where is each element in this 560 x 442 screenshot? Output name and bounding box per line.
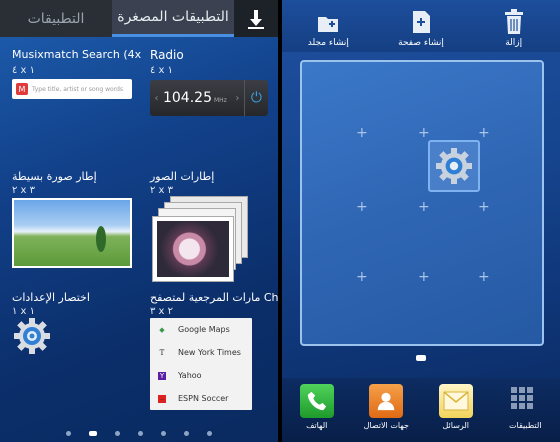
grid-cell-marker: + — [356, 199, 368, 215]
grid-cell-marker: + — [418, 199, 430, 215]
settings-gear-icon — [436, 148, 472, 184]
dock-apps-label: التطبيقات — [509, 421, 542, 430]
trash-icon — [504, 9, 523, 34]
remove-label: إزالة — [505, 38, 523, 48]
widget-radio-size: ٤ x ١ — [150, 65, 174, 76]
page-indicator — [416, 355, 426, 361]
musixmatch-placeholder: Type title, artist or song words — [32, 85, 124, 93]
yahoo-icon: Y — [158, 371, 166, 380]
tab-bar: التطبيقات التطبيقات المصغرة — [0, 0, 278, 37]
power-icon: ⏻ — [243, 80, 268, 116]
maps-icon: ◆ — [159, 325, 165, 334]
create-page-button[interactable]: إنشاء صفحة — [375, 0, 468, 52]
grid-cell-marker: + — [478, 269, 490, 285]
add-folder-icon — [318, 17, 339, 32]
home-edit-screen: إنشاء مجلد إنشاء صفحة إزالة + + + + + + … — [282, 0, 560, 442]
radio-unit: MHz — [213, 96, 227, 104]
dock: الهاتف جهات الاتصال الرسائل التطبيقات — [282, 378, 560, 442]
radio-frequency: 104.25 — [162, 90, 212, 106]
dock-phone[interactable]: الهاتف — [282, 378, 352, 442]
settings-gear-icon[interactable] — [12, 316, 52, 356]
espn-icon: – — [158, 394, 166, 403]
tab-widgets[interactable]: التطبيقات المصغرة — [112, 0, 234, 37]
phone-icon — [299, 384, 334, 418]
messages-icon — [438, 384, 473, 418]
grid-cell-marker: + — [478, 199, 490, 215]
grid-cell-marker: + — [418, 269, 430, 285]
bookmark-item: ◆ Google Maps — [159, 325, 230, 334]
grid-cell-marker: + — [356, 125, 368, 141]
page-indicator — [0, 431, 278, 436]
page-dot — [138, 431, 143, 436]
page-dot — [184, 431, 189, 436]
widget-settings-shortcut-name: اختصار الإعدادات — [12, 291, 90, 304]
download-icon[interactable] — [234, 0, 278, 37]
create-page-label: إنشاء صفحة — [398, 38, 444, 48]
edit-toolbar: إنشاء مجلد إنشاء صفحة إزالة — [282, 0, 560, 52]
page-dot — [161, 431, 166, 436]
dock-contacts-label: جهات الاتصال — [363, 421, 409, 430]
page-dot-active — [89, 431, 97, 436]
page-dot — [66, 431, 71, 436]
widget-chrome-bookmarks-size: ٣ x ٢ — [150, 306, 174, 317]
dock-phone-label: الهاتف — [306, 421, 328, 430]
prev-station-icon: ‹ — [154, 92, 159, 104]
dock-apps[interactable]: التطبيقات — [491, 378, 560, 442]
widget-photo-frame-size: ٢ x ٣ — [12, 185, 36, 196]
next-station-icon: › — [235, 92, 240, 104]
home-page-preview[interactable]: + + + + + + + + + — [300, 60, 544, 346]
grid-cell-marker: + — [418, 125, 430, 141]
bookmark-item: – ESPN Soccer — [150, 387, 252, 410]
contacts-icon — [369, 384, 404, 418]
page-dot — [115, 431, 120, 436]
page-dot — [207, 431, 212, 436]
widget-photo-frame-preview[interactable] — [12, 198, 132, 268]
widget-musixmatch-preview[interactable]: M Type title, artist or song words — [12, 79, 132, 99]
widget-chrome-bookmarks-name: مارات المرجعية لمتصفح Chrome — [150, 291, 278, 304]
widget-photo-frame-name: إطار صورة بسيطة — [12, 170, 97, 183]
dock-messages[interactable]: الرسائل — [421, 378, 491, 442]
bookmark-item: T New York Times — [159, 348, 241, 357]
create-folder-label: إنشاء مجلد — [307, 38, 349, 48]
nyt-icon: T — [159, 348, 165, 357]
remove-button[interactable]: إزالة — [467, 0, 560, 52]
widget-musixmatch-name: Musixmatch Search (4x — [12, 48, 142, 61]
grid-cell-marker: + — [356, 269, 368, 285]
grid-cell-marker: + — [478, 125, 490, 141]
apps-grid-icon — [508, 384, 542, 418]
bookmark-item: Y Yahoo — [158, 371, 202, 380]
musixmatch-logo-icon: M — [16, 83, 28, 95]
widget-musixmatch-size: ٤ x ١ — [12, 65, 36, 76]
widget-picture-frames-name: إطارات الصور — [150, 170, 215, 183]
dock-contacts[interactable]: جهات الاتصال — [352, 378, 422, 442]
dragged-settings-widget[interactable] — [428, 140, 480, 192]
widget-radio-name: Radio — [150, 48, 184, 62]
tab-apps[interactable]: التطبيقات — [0, 0, 112, 37]
widget-radio-preview[interactable]: ‹ 104.25 MHz › ⏻ — [150, 80, 268, 116]
dock-messages-label: الرسائل — [442, 421, 470, 430]
widget-chrome-bookmarks-preview[interactable]: ◆ Google Maps T New York Times Y Yahoo – ESP… — [150, 318, 252, 410]
widget-picture-frames-preview[interactable] — [152, 196, 252, 286]
widgets-screen: التطبيقات التطبيقات المصغرة Musixmatch S… — [0, 0, 278, 442]
add-page-icon — [413, 11, 430, 33]
create-folder-button[interactable]: إنشاء مجلد — [282, 0, 375, 52]
widget-picture-frames-size: ٢ x ٣ — [150, 185, 174, 196]
